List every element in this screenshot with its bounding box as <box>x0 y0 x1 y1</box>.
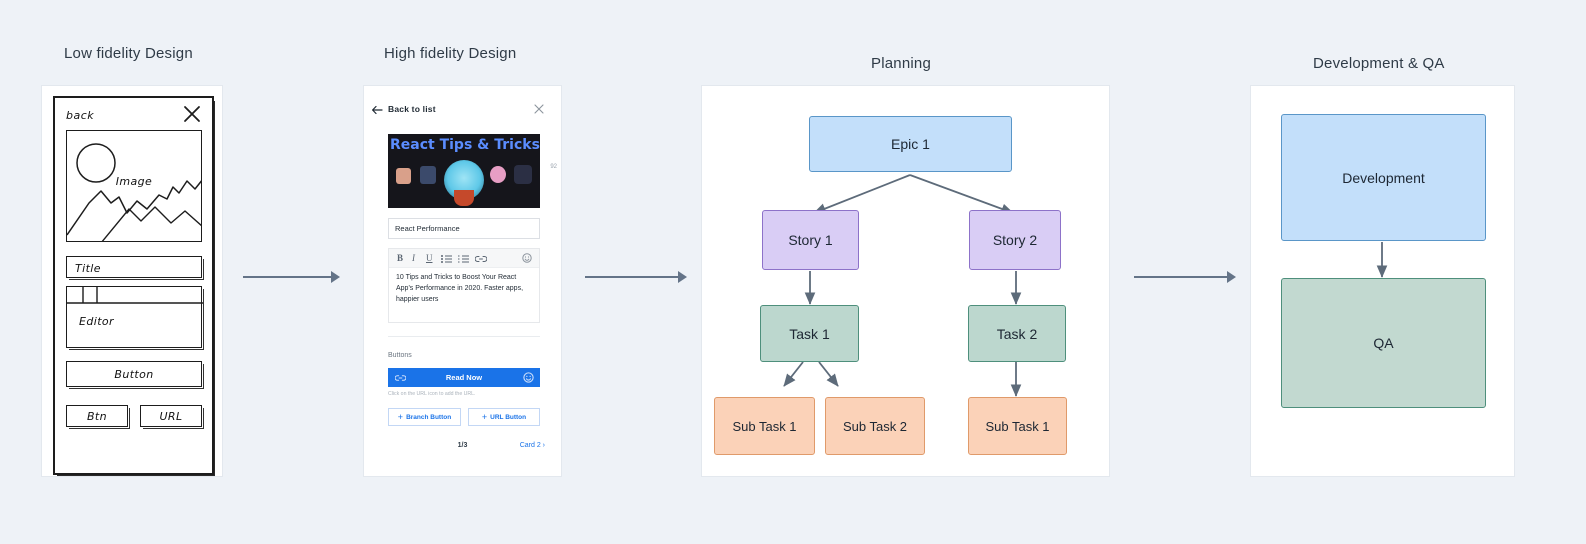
wireframe-image-label: Image <box>115 175 153 188</box>
back-to-list-link[interactable]: Back to list <box>388 104 436 114</box>
italic-icon[interactable]: I <box>412 253 415 263</box>
node-label: Epic 1 <box>891 136 930 152</box>
connector-shaft <box>585 276 679 278</box>
bullet-list-icon[interactable] <box>441 255 452 263</box>
node-story-2[interactable]: Story 2 <box>969 210 1061 270</box>
column-title-development-qa: Development & QA <box>1313 55 1445 72</box>
node-task-2[interactable]: Task 2 <box>968 305 1066 362</box>
editor-toolbar: B I U <box>389 249 539 268</box>
connector-arrow-2 <box>585 271 687 283</box>
banner-title-main: React Tips & Tricks <box>390 137 540 153</box>
banner-title: React Tips & Tricks2020 <box>390 137 540 153</box>
close-icon[interactable] <box>533 103 545 115</box>
close-icon[interactable] <box>182 104 202 124</box>
development-qa-panel: Development QA <box>1250 85 1515 477</box>
node-epic-1[interactable]: Epic 1 <box>809 116 1012 172</box>
section-divider <box>388 336 540 337</box>
buttons-section-label: Buttons <box>388 352 412 359</box>
wireframe-button-label: Button <box>114 368 154 381</box>
rich-text-editor[interactable]: B I U 10 Tips and Tricks to Boost Your R… <box>388 248 540 323</box>
branch-button-label: Branch Button <box>406 413 452 421</box>
connector-arrow-3 <box>1134 271 1236 283</box>
node-label: Task 1 <box>789 325 830 342</box>
column-title-planning: Planning <box>871 55 931 72</box>
branch-button[interactable]: + Branch Button <box>388 408 461 426</box>
node-label: QA <box>1373 335 1394 351</box>
editor-body-text: 10 Tips and Tricks to Boost Your React A… <box>396 274 524 303</box>
arrow-right-icon <box>678 271 687 283</box>
url-button[interactable]: + URL Button <box>468 408 540 426</box>
node-label: Sub Task 1 <box>732 418 797 434</box>
node-sub-task-2[interactable]: Sub Task 2 <box>825 397 925 455</box>
connector-shaft <box>243 276 332 278</box>
column-title-high-fidelity: High fidelity Design <box>384 45 517 62</box>
plus-icon: + <box>397 412 404 422</box>
wireframe-phone-frame: back Image Title Editor Button Btn URL <box>53 96 215 476</box>
node-label: Development <box>1342 169 1425 186</box>
underline-icon[interactable]: U <box>426 253 433 263</box>
banner-figure-person <box>514 165 532 184</box>
node-label: Task 2 <box>996 325 1038 342</box>
node-label: Sub Task 2 <box>842 418 908 434</box>
wireframe-button[interactable]: Button <box>66 361 204 389</box>
wireframe-url-button[interactable]: URL <box>140 405 204 429</box>
low-fidelity-panel: back Image Title Editor Button Btn URL <box>41 85 223 477</box>
column-title-low-fidelity: Low fidelity Design <box>64 45 193 62</box>
planning-panel: Epic 1 Story 1 Story 2 Task 1 Task 2 Sub… <box>701 85 1110 477</box>
node-qa[interactable]: QA <box>1281 278 1486 408</box>
character-count: 92 <box>550 164 557 170</box>
article-banner-image: React Tips & Tricks2020 <box>388 134 540 208</box>
connector-arrow-1 <box>243 271 340 283</box>
banner-trophy-icon <box>454 190 474 206</box>
wireframe-title-field[interactable]: Title <box>66 256 204 280</box>
node-sub-task-1[interactable]: Sub Task 1 <box>714 397 815 455</box>
node-label: Story 2 <box>992 232 1038 248</box>
banner-figure-blob <box>490 166 506 183</box>
node-label: Story 1 <box>788 232 833 248</box>
arrow-right-icon <box>1227 271 1236 283</box>
node-story-1[interactable]: Story 1 <box>762 210 859 270</box>
plus-icon: + <box>481 412 488 422</box>
wireframe-btn-label: Btn <box>86 410 108 423</box>
wireframe-editor-box[interactable]: Editor <box>66 286 204 350</box>
read-now-button[interactable]: Read Now <box>388 368 540 387</box>
next-card-link[interactable]: Card 2 › <box>520 442 545 449</box>
url-button-label: URL Button <box>490 413 527 421</box>
high-fidelity-panel: Back to list React Tips & Tricks2020 <box>363 85 562 477</box>
link-icon[interactable] <box>475 255 487 263</box>
node-task-1[interactable]: Task 1 <box>760 305 859 362</box>
title-input[interactable]: React Performance <box>388 218 540 239</box>
arrow-right-icon <box>331 271 340 283</box>
emoji-icon <box>523 372 534 383</box>
banner-figure-magician <box>420 166 436 184</box>
bold-icon[interactable]: B <box>397 253 403 263</box>
node-label: Sub Task 1 <box>985 418 1050 434</box>
url-hint-text: Click on the URL icon to add the URL. <box>388 391 476 397</box>
connector-shaft <box>1134 276 1228 278</box>
wireframe-url-label: URL <box>159 410 183 423</box>
wireframe-sketch <box>67 143 201 241</box>
banner-figure-runner <box>396 168 411 184</box>
node-sub-task-1-b[interactable]: Sub Task 1 <box>968 397 1067 455</box>
wireframe-image-box: Image <box>66 130 202 242</box>
link-icon <box>395 375 406 381</box>
node-development[interactable]: Development <box>1281 114 1486 241</box>
flow-canvas: Low fidelity Design High fidelity Design… <box>0 0 1586 544</box>
wireframe-title-label: Title <box>75 262 101 275</box>
arrow-left-icon[interactable] <box>371 104 383 116</box>
read-now-label: Read Now <box>445 373 483 382</box>
wireframe-btn-button[interactable]: Btn <box>66 405 130 429</box>
title-input-value: React Performance <box>395 224 460 233</box>
wireframe-editor-toolbar <box>67 287 203 304</box>
wireframe-back-label[interactable]: back <box>66 109 94 122</box>
wireframe-editor-label: Editor <box>79 315 114 328</box>
numbered-list-icon[interactable] <box>458 255 469 263</box>
card-header: Back to list <box>364 102 561 124</box>
emoji-icon[interactable] <box>522 253 532 263</box>
